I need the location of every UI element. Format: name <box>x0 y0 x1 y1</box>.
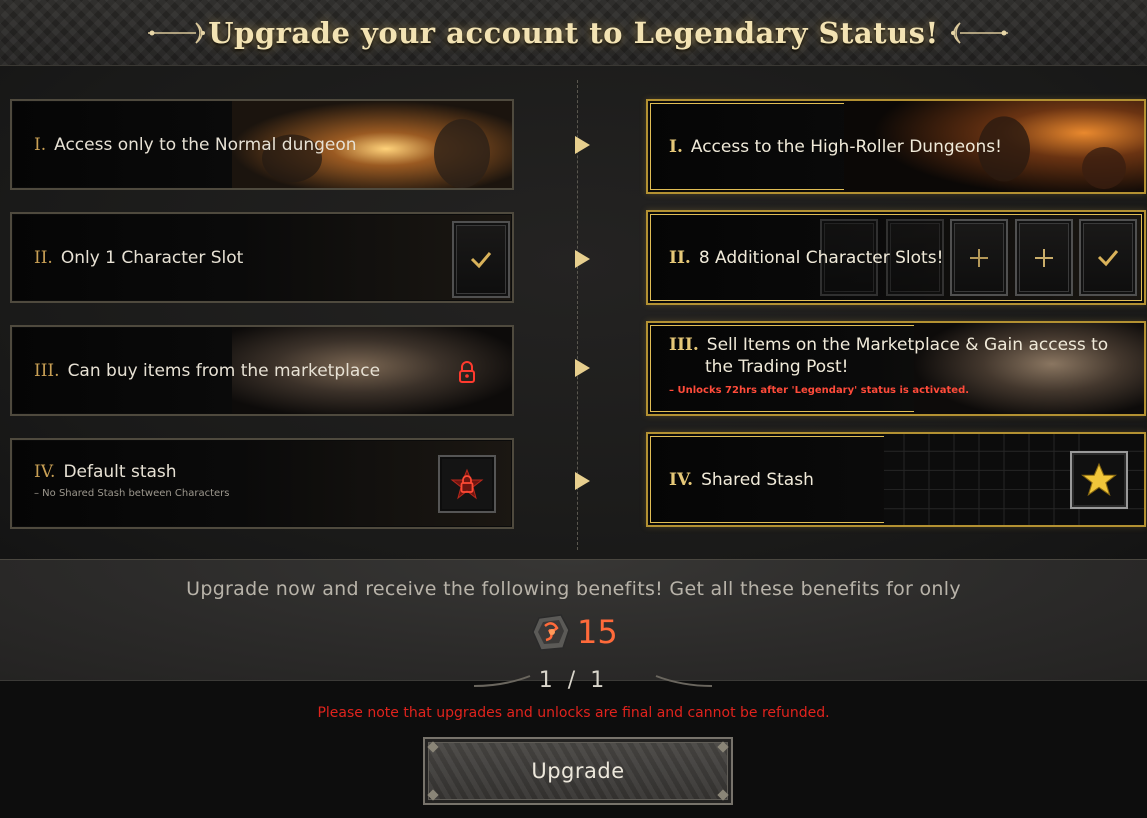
benefits-text: Upgrade now and receive the following be… <box>186 578 961 600</box>
arrow-right-icon <box>575 359 590 377</box>
header-banner: Upgrade your account to Legendary Status… <box>0 0 1147 66</box>
plus-icon <box>1035 248 1053 267</box>
current-benefit-3-label: III. Can buy items from the marketplace <box>34 360 381 381</box>
legendary-benefit-2-label: II. 8 Additional Character Slots! <box>669 247 944 268</box>
locked-stash-slot <box>438 455 496 513</box>
price-row: 15 <box>531 612 618 652</box>
upgrade-button[interactable]: Upgrade <box>423 737 733 805</box>
character-slot-add[interactable] <box>1015 219 1073 296</box>
current-benefit-4-note: – No Shared Stash between Characters <box>34 487 230 499</box>
legendary-benefit-3-label: III. Sell Items on the Marketplace & Gain… <box>669 334 1108 402</box>
character-slot-filled <box>452 221 510 298</box>
current-benefit-2: II. Only 1 Character Slot <box>10 212 514 303</box>
legendary-benefit-4: IV. Shared Stash <box>646 432 1146 527</box>
left-flourish-icon <box>148 22 205 44</box>
price-value: 15 <box>577 613 618 651</box>
current-benefit-1: I. Access only to the Normal dungeon <box>10 99 514 190</box>
corner-ornament <box>427 789 439 801</box>
character-slot-filled <box>1079 219 1137 296</box>
lock-icon <box>459 361 475 383</box>
arrow-right-icon <box>575 472 590 490</box>
current-benefit-1-label: I. Access only to the Normal dungeon <box>34 134 357 155</box>
arrow-right-icon <box>575 250 590 268</box>
legendary-benefit-1: I. Access to the High-Roller Dungeons! <box>646 99 1146 194</box>
page-indicator: 1 / 1 <box>538 668 609 693</box>
upgrade-button-label: Upgrade <box>531 759 625 783</box>
star-icon <box>1081 462 1117 497</box>
character-slot-add[interactable] <box>950 219 1008 296</box>
corner-ornament <box>717 741 729 753</box>
legendary-benefit-4-label: IV. Shared Stash <box>669 469 814 490</box>
locked-star-icon <box>450 468 484 500</box>
gem-currency-icon <box>532 614 570 651</box>
current-benefit-4: IV. Default stash – No Shared Stash betwe… <box>10 438 514 529</box>
current-benefit-2-label: II. Only 1 Character Slot <box>34 247 244 268</box>
current-benefit-4-label: IV. Default stash – No Shared Stash betwe… <box>34 461 230 499</box>
legendary-benefit-1-label: I. Access to the High-Roller Dungeons! <box>669 136 1002 157</box>
checkmark-icon <box>470 251 492 268</box>
refund-warning: Please note that upgrades and unlocks ar… <box>317 705 830 721</box>
legendary-benefit-3: III. Sell Items on the Marketplace & Gain… <box>646 321 1146 416</box>
page-title: Upgrade your account to Legendary Status… <box>208 15 939 50</box>
corner-ornament <box>427 741 439 753</box>
corner-ornament <box>717 789 729 801</box>
current-benefit-3: III. Can buy items from the marketplace <box>10 325 514 416</box>
plus-icon <box>970 248 988 267</box>
shared-stash-slot <box>1070 451 1128 509</box>
legendary-benefit-2: II. 8 Additional Character Slots! <box>646 210 1146 305</box>
right-flourish-icon <box>951 22 1008 44</box>
legendary-benefit-3-note: – Unlocks 72hrs after 'Legendary' status… <box>669 385 970 396</box>
arrow-right-icon <box>575 136 590 154</box>
checkmark-icon <box>1097 249 1119 266</box>
